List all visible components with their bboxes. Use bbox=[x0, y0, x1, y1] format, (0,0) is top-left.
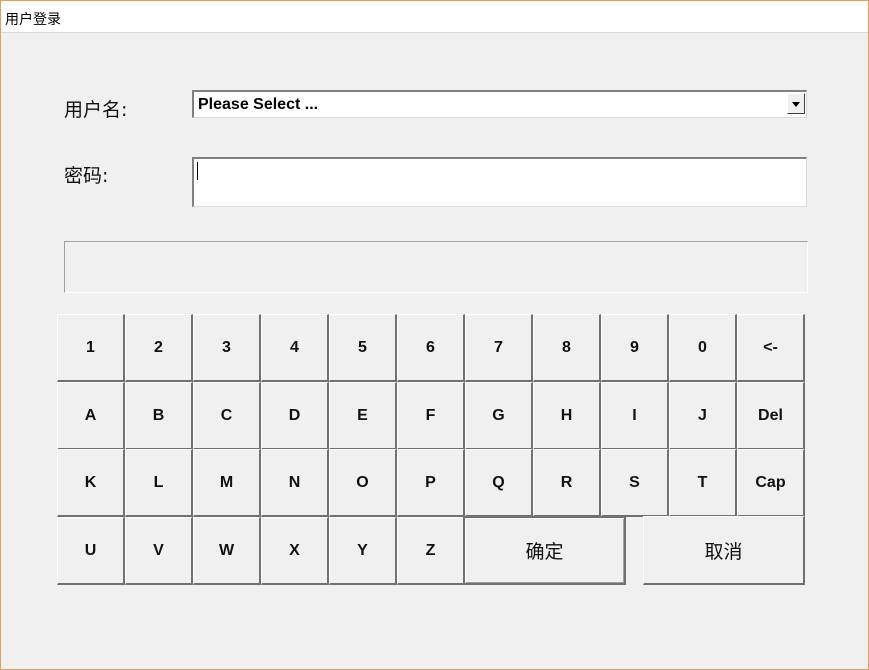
key-4[interactable]: 4 bbox=[261, 314, 329, 382]
username-dropdown-button[interactable] bbox=[787, 93, 805, 114]
text-caret bbox=[197, 162, 198, 180]
key-f[interactable]: F bbox=[397, 382, 465, 450]
key-e[interactable]: E bbox=[329, 382, 397, 450]
key-0[interactable]: 0 bbox=[669, 314, 737, 382]
key-6[interactable]: 6 bbox=[397, 314, 465, 382]
key-l[interactable]: L bbox=[125, 449, 193, 517]
key-v[interactable]: V bbox=[125, 517, 193, 585]
message-box bbox=[64, 241, 808, 293]
key-k[interactable]: K bbox=[57, 449, 125, 517]
username-select[interactable]: Please Select ... bbox=[192, 90, 807, 118]
key-5[interactable]: 5 bbox=[329, 314, 397, 382]
key-y[interactable]: Y bbox=[329, 517, 397, 585]
key-n[interactable]: N bbox=[261, 449, 329, 517]
key-x[interactable]: X bbox=[261, 517, 329, 585]
key-u[interactable]: U bbox=[57, 517, 125, 585]
login-window: 用户登录 用户名: Please Select ... 密码: 12345678… bbox=[0, 0, 869, 670]
password-input[interactable] bbox=[192, 157, 807, 207]
key-w[interactable]: W bbox=[193, 517, 261, 585]
key-z[interactable]: Z bbox=[397, 517, 465, 585]
key-a[interactable]: A bbox=[57, 382, 125, 450]
window-title: 用户登录 bbox=[5, 12, 61, 28]
key-1[interactable]: 1 bbox=[57, 314, 125, 382]
key-j[interactable]: J bbox=[669, 382, 737, 450]
key-cap[interactable]: Cap bbox=[737, 449, 805, 517]
key-del[interactable]: Del bbox=[737, 382, 805, 450]
key-r[interactable]: R bbox=[533, 449, 601, 517]
key-o[interactable]: O bbox=[329, 449, 397, 517]
key-p[interactable]: P bbox=[397, 449, 465, 517]
key-c[interactable]: C bbox=[193, 382, 261, 450]
key-i[interactable]: I bbox=[601, 382, 669, 450]
key-7[interactable]: 7 bbox=[465, 314, 533, 382]
key-g[interactable]: G bbox=[465, 382, 533, 450]
key-9[interactable]: 9 bbox=[601, 314, 669, 382]
key-3[interactable]: 3 bbox=[193, 314, 261, 382]
password-label: 密码: bbox=[64, 165, 109, 187]
key-m[interactable]: M bbox=[193, 449, 261, 517]
key-h[interactable]: H bbox=[533, 382, 601, 450]
key-8[interactable]: 8 bbox=[533, 314, 601, 382]
key-2[interactable]: 2 bbox=[125, 314, 193, 382]
key-b[interactable]: B bbox=[125, 382, 193, 450]
key-d[interactable]: D bbox=[261, 382, 329, 450]
title-bar[interactable]: 用户登录 bbox=[1, 1, 868, 33]
chevron-down-icon bbox=[792, 102, 800, 107]
key-s[interactable]: S bbox=[601, 449, 669, 517]
username-label: 用户名: bbox=[64, 99, 128, 121]
ok-button[interactable]: 确定 bbox=[463, 516, 626, 585]
key-t[interactable]: T bbox=[669, 449, 737, 517]
key-q[interactable]: Q bbox=[465, 449, 533, 517]
key-backspace[interactable]: <- bbox=[737, 314, 805, 382]
cancel-button[interactable]: 取消 bbox=[643, 516, 805, 585]
username-select-value: Please Select ... bbox=[198, 96, 319, 113]
